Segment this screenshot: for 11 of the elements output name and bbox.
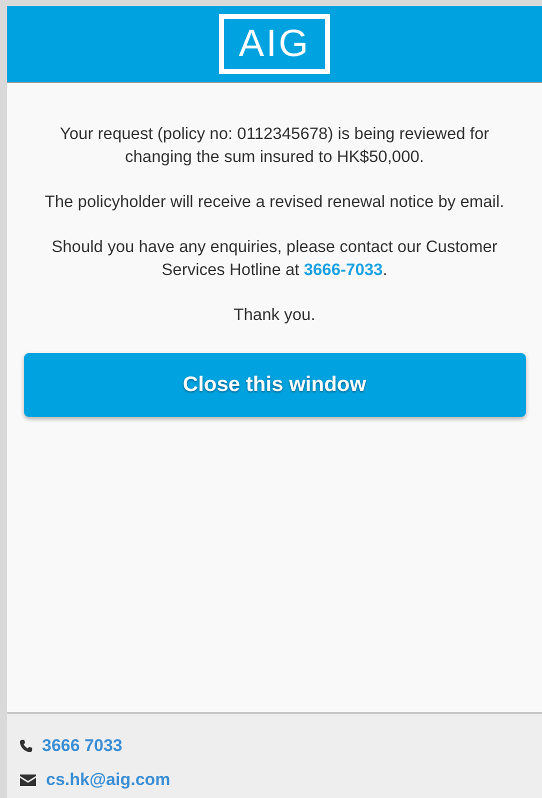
logo: AIG [219, 14, 330, 74]
phone-icon [19, 739, 33, 753]
close-button[interactable]: Close this window [24, 353, 526, 417]
email-link[interactable]: cs.hk@aig.com [46, 770, 170, 790]
message-text: Should you have any enquiries, please contact our Customer Services Hotline at 3666-7033. [50, 237, 498, 281]
envelope-icon [19, 773, 37, 787]
message-text: Your request (policy no: 0112345678) is being reviewed for changing the sum insured to HK$50,000. [58, 124, 490, 168]
message-text: Thank you. [234, 305, 316, 326]
phone-link[interactable]: 3666 7033 [42, 736, 122, 756]
message-text: The policyholder will receive a revised renewal notice by email. [44, 192, 504, 213]
phone-link[interactable]: 3666-7033 [304, 261, 383, 279]
